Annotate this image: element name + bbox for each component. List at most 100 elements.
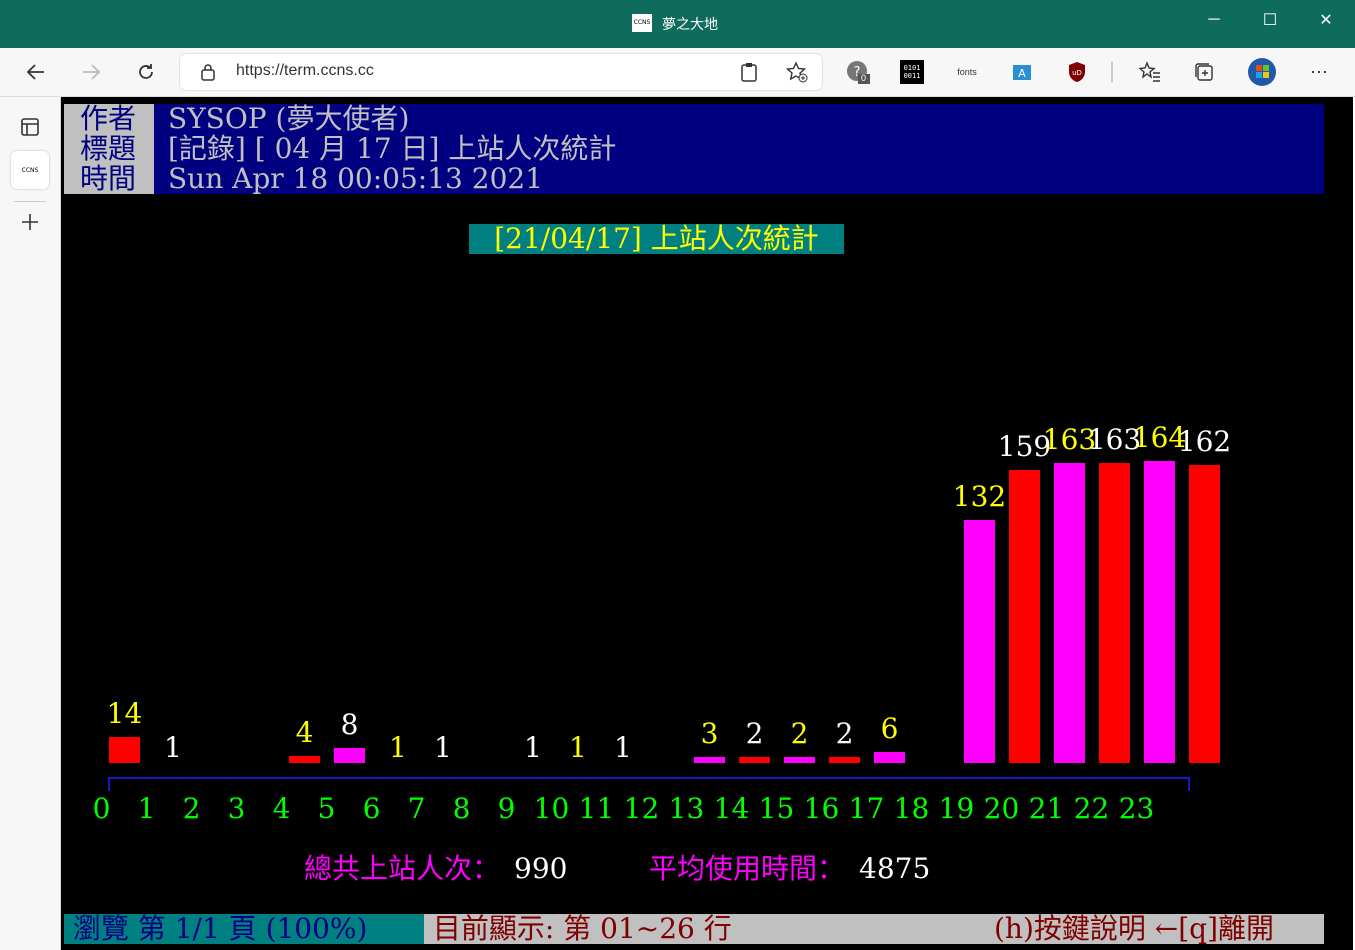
tab-ccns[interactable]: CCNS: [11, 151, 49, 189]
time-label: 時間: [64, 164, 154, 194]
new-tab-button[interactable]: [11, 203, 49, 241]
bar-slot-4: [289, 756, 320, 763]
profile-avatar[interactable]: [1246, 56, 1278, 88]
tab-actions-button[interactable]: [11, 108, 49, 146]
x-tick-3: 3: [227, 792, 246, 825]
value-label-16: 2: [835, 717, 854, 750]
sidebar-divider: [14, 201, 46, 202]
x-tick-4: 4: [272, 792, 291, 825]
x-tick-18: 18: [893, 792, 930, 825]
value-label-19: 132: [952, 480, 1007, 513]
browser-toolbar: https://term.ccns.cc ? 0 0101 0011 fonts…: [0, 48, 1355, 97]
bar-slot-5: [334, 748, 365, 763]
x-tick-12: 12: [623, 792, 660, 825]
x-tick-11: 11: [578, 792, 615, 825]
window-title: 夢之大地: [662, 16, 718, 32]
forward-button[interactable]: [75, 56, 107, 88]
x-tick-20: 20: [983, 792, 1020, 825]
bar-slot-21: [1054, 463, 1085, 763]
close-button[interactable]: ✕: [1298, 0, 1354, 40]
bar-slot-17: [874, 752, 905, 763]
x-tick-6: 6: [362, 792, 381, 825]
extension-badge: 0: [861, 73, 867, 83]
minimize-button[interactable]: ─: [1186, 0, 1242, 40]
value-label-13: 3: [700, 717, 719, 750]
value-label-11: 1: [614, 731, 632, 764]
bar-slot-22: [1099, 463, 1130, 763]
tab-actions-icon: [21, 118, 39, 136]
favorites-icon[interactable]: [1138, 60, 1162, 84]
avg-usage-value: 4875: [859, 852, 931, 885]
ublock-icon[interactable]: uD: [1065, 60, 1089, 84]
back-button[interactable]: [20, 56, 52, 88]
extension-fonts-icon[interactable]: fonts: [953, 60, 981, 84]
refresh-button[interactable]: [130, 56, 162, 88]
extension-translate-icon[interactable]: A: [1010, 60, 1034, 84]
total-logins-label: 總共上站人次：: [304, 852, 501, 885]
bar-slot-15: [784, 757, 815, 763]
clipboard-icon[interactable]: [740, 62, 758, 82]
site-favicon: CCNS: [632, 14, 652, 32]
x-tick-17: 17: [848, 792, 885, 825]
lock-icon: [201, 64, 215, 81]
x-tick-21: 21: [1028, 792, 1065, 825]
author-label: 作者: [64, 104, 154, 134]
time-value: Sun Apr 18 00:05:13 2021: [154, 164, 1324, 194]
refresh-icon: [139, 64, 153, 79]
status-help[interactable]: (h)按鍵說明 ←[q]離開: [994, 914, 1283, 944]
extension-binary-icon[interactable]: 0101 0011: [900, 60, 924, 84]
x-tick-22: 22: [1073, 792, 1110, 825]
x-tick-13: 13: [668, 792, 705, 825]
plus-icon: [22, 214, 38, 230]
x-tick-19: 19: [938, 792, 975, 825]
more-menu-icon[interactable]: ⋯: [1307, 60, 1331, 84]
x-tick-16: 16: [803, 792, 840, 825]
value-label-6: 1: [389, 731, 407, 764]
x-tick-9: 9: [497, 792, 516, 825]
x-tick-7: 7: [407, 792, 426, 825]
x-tick-23: 23: [1118, 792, 1155, 825]
value-label-24: 162: [1177, 425, 1232, 458]
value-label-9: 1: [524, 731, 542, 764]
bar-slot-19: [964, 520, 995, 763]
toolbar-divider: [1111, 62, 1113, 82]
bar-slot-13: [694, 757, 725, 763]
value-label-14: 2: [745, 717, 764, 750]
value-label-5: 8: [340, 708, 359, 741]
x-tick-5: 5: [317, 792, 336, 825]
x-tick-14: 14: [713, 792, 750, 825]
x-tick-8: 8: [452, 792, 471, 825]
bar-slot-0: [109, 737, 140, 763]
address-bar[interactable]: https://term.ccns.cc: [180, 54, 822, 90]
x-tick-10: 10: [533, 792, 570, 825]
back-arrow-icon: [26, 64, 44, 80]
bar-slot-14: [739, 757, 770, 763]
chart-banner: [21/04/17] 上站人次統計: [469, 224, 844, 254]
bar-slot-20: [1009, 470, 1040, 763]
value-label-1: 1: [164, 731, 182, 764]
tab-favicon: CCNS: [21, 166, 39, 174]
extension-help-icon[interactable]: ? 0: [846, 60, 870, 84]
x-tick-0: 0: [92, 792, 111, 825]
svg-text:A: A: [1018, 67, 1026, 80]
value-label-17: 6: [880, 712, 899, 745]
title-label: 標題: [64, 134, 154, 164]
maximize-button[interactable]: ☐: [1242, 0, 1298, 40]
collections-icon[interactable]: [1192, 60, 1216, 84]
favorite-add-icon[interactable]: [786, 61, 808, 83]
forward-arrow-icon: [83, 64, 101, 80]
x-tick-15: 15: [758, 792, 795, 825]
value-label-15: 2: [790, 717, 809, 750]
author-value: SYSOP (夢大使者): [154, 104, 1324, 134]
status-browse: 瀏覽 第 1/1 頁 (100%): [64, 914, 424, 944]
avatar-icon: [1248, 58, 1276, 86]
avg-usage-label: 平均使用時間：: [649, 852, 846, 885]
value-label-0: 14: [106, 697, 143, 730]
window-titlebar: CCNS 夢之大地 ─ ☐ ✕: [0, 0, 1355, 48]
total-logins-value: 990: [514, 852, 568, 885]
value-label-7: 1: [434, 731, 452, 764]
terminal-screen[interactable]: 作者 SYSOP (夢大使者) 標題 [記錄] [ 04 月 17 日] 上站人…: [61, 97, 1353, 950]
url-text: https://term.ccns.cc: [236, 62, 374, 79]
x-tick-1: 1: [137, 792, 156, 825]
title-value: [記錄] [ 04 月 17 日] 上站人次統計: [154, 134, 1324, 164]
